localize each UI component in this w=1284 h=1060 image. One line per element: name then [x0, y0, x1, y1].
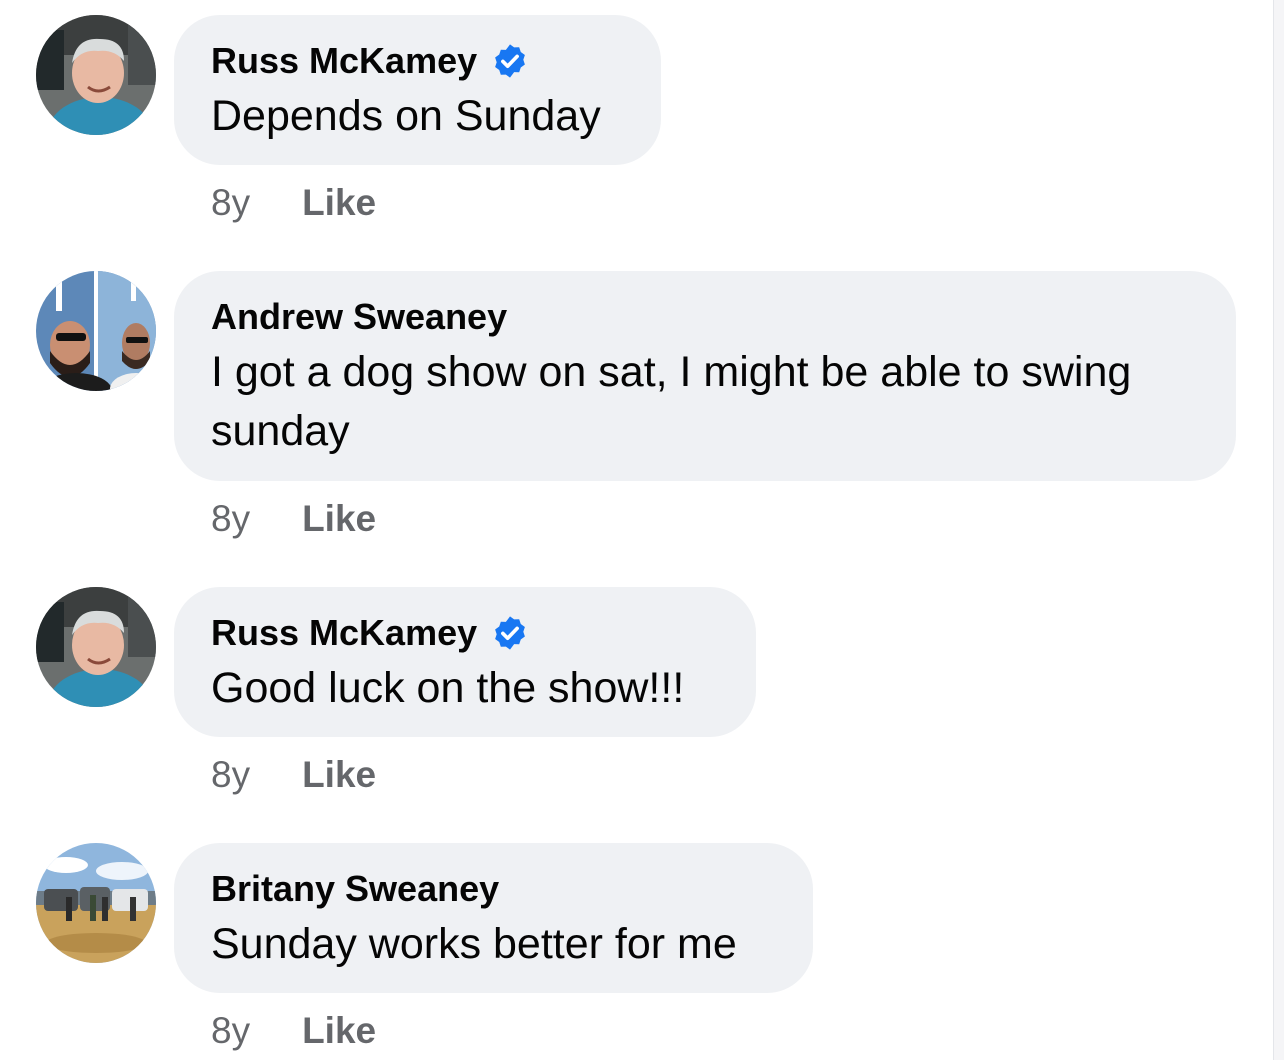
avatar-photo — [36, 843, 156, 963]
comment-text: Depends on Sunday — [211, 92, 601, 140]
comment-timestamp[interactable]: 8y — [211, 754, 250, 796]
like-button[interactable]: Like — [302, 498, 376, 540]
like-button[interactable]: Like — [302, 1010, 376, 1052]
comment-bubble: Britany Sweaney Sunday works better for … — [174, 843, 813, 993]
author-name[interactable]: Russ McKamey — [211, 611, 477, 655]
comment-text: I got a dog show on sat, I might be able… — [211, 348, 1132, 455]
author-name[interactable]: Russ McKamey — [211, 39, 477, 83]
comment-bubble: Andrew Sweaney I got a dog show on sat, … — [174, 271, 1236, 481]
scrollbar[interactable] — [1273, 0, 1284, 1060]
comment-actions: 8y Like — [211, 753, 376, 797]
comment-actions: 8y Like — [211, 181, 376, 225]
like-button[interactable]: Like — [302, 754, 376, 796]
author-name[interactable]: Britany Sweaney — [211, 867, 499, 911]
comment-item: Britany Sweaney Sunday works better for … — [0, 843, 1270, 1058]
comment-timestamp[interactable]: 8y — [211, 182, 250, 224]
comment-timestamp[interactable]: 8y — [211, 498, 250, 540]
verified-badge-icon — [495, 616, 526, 650]
like-button[interactable]: Like — [302, 182, 376, 224]
comment-bubble: Russ McKamey Good luck on the show!!! — [174, 587, 756, 737]
comment-timestamp[interactable]: 8y — [211, 1010, 250, 1052]
comment-bubble: Russ McKamey Depends on Sunday — [174, 15, 661, 165]
avatar[interactable] — [36, 15, 156, 135]
comment-actions: 8y Like — [211, 497, 376, 541]
comment-item: Russ McKamey Good luck on the show!!! 8y… — [0, 587, 1270, 802]
comment-item: Russ McKamey Depends on Sunday 8y Like — [0, 15, 1270, 230]
avatar[interactable] — [36, 587, 156, 707]
author-name[interactable]: Andrew Sweaney — [211, 295, 507, 339]
avatar[interactable] — [36, 843, 156, 963]
comment-text: Sunday works better for me — [211, 920, 737, 968]
avatar-photo — [36, 271, 156, 391]
verified-badge-icon — [495, 44, 526, 78]
avatar-photo — [36, 587, 156, 707]
comment-item: Andrew Sweaney I got a dog show on sat, … — [0, 271, 1270, 546]
avatar-photo — [36, 15, 156, 135]
comment-actions: 8y Like — [211, 1009, 376, 1053]
comment-text: Good luck on the show!!! — [211, 664, 685, 712]
avatar[interactable] — [36, 271, 156, 391]
